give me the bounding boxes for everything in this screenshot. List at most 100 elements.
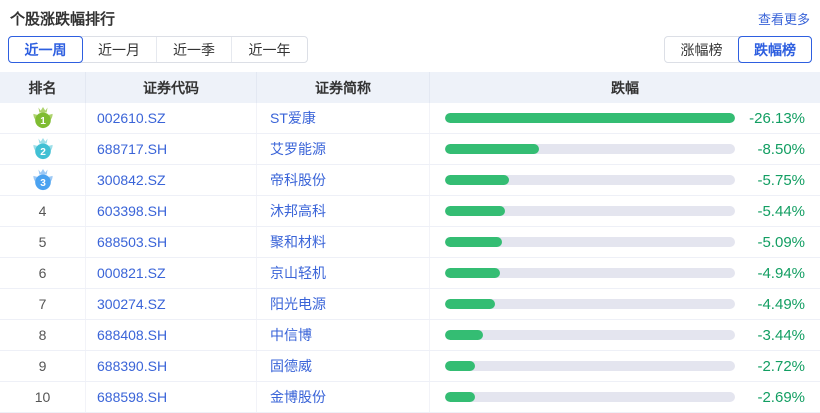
change-bar-track xyxy=(445,206,735,216)
rank-cell: 6 xyxy=(0,258,86,288)
rank-medal-icon: 1 xyxy=(32,106,54,130)
stock-name-link[interactable]: 阳光电源 xyxy=(257,294,326,314)
change-bar-fill xyxy=(445,144,539,154)
rank-cell: 2 2 xyxy=(0,134,86,164)
stock-code-link[interactable]: 300274.SZ xyxy=(86,296,166,312)
stock-name-link[interactable]: 沐邦高科 xyxy=(257,201,326,221)
stock-name-link[interactable]: 固德威 xyxy=(257,356,312,376)
change-cell: -2.69% xyxy=(430,382,820,412)
change-percent: -5.44% xyxy=(735,203,820,220)
stock-name-link[interactable]: 中信博 xyxy=(257,325,312,345)
period-tab-group: 近一周 近一月 近一季 近一年 xyxy=(8,36,308,63)
stock-code-link[interactable]: 688717.SH xyxy=(86,141,167,157)
table-row: 6 000821.SZ 京山轻机 -4.94% xyxy=(0,258,820,289)
stock-code-link[interactable]: 000821.SZ xyxy=(86,265,166,281)
name-cell: 阳光电源 xyxy=(257,289,430,319)
rank-number: 8 xyxy=(39,327,47,343)
change-bar-track xyxy=(445,113,735,123)
rank-number: 6 xyxy=(39,265,47,281)
name-cell: 京山轻机 xyxy=(257,258,430,288)
stock-code-link[interactable]: 603398.SH xyxy=(86,203,167,219)
table-row: 10 688598.SH 金博股份 -2.69% xyxy=(0,382,820,413)
change-bar-fill xyxy=(445,206,505,216)
code-cell: 300842.SZ xyxy=(86,165,257,195)
stock-name-link[interactable]: 金博股份 xyxy=(257,387,326,407)
rank-number: 7 xyxy=(39,296,47,312)
change-bar-fill xyxy=(445,330,483,340)
stock-name-link[interactable]: 帝科股份 xyxy=(257,170,326,190)
rank-toggle-group: 涨幅榜 跌幅榜 xyxy=(664,36,812,63)
tab-last-quarter[interactable]: 近一季 xyxy=(157,37,232,62)
rank-cell: 5 xyxy=(0,227,86,257)
change-bar-track xyxy=(445,144,735,154)
name-cell: 中信博 xyxy=(257,320,430,350)
stock-code-link[interactable]: 002610.SZ xyxy=(86,110,166,126)
rank-number: 4 xyxy=(39,203,47,219)
change-percent: -4.94% xyxy=(735,265,820,282)
change-cell: -5.75% xyxy=(430,165,820,195)
change-bar-fill xyxy=(445,361,475,371)
change-percent: -26.13% xyxy=(735,110,820,127)
change-bar-track xyxy=(445,392,735,402)
code-cell: 688390.SH xyxy=(86,351,257,381)
tab-last-month[interactable]: 近一月 xyxy=(82,37,157,62)
stock-name-link[interactable]: 艾罗能源 xyxy=(257,139,326,159)
change-percent: -5.09% xyxy=(735,234,820,251)
svg-text:3: 3 xyxy=(40,178,46,189)
svg-text:2: 2 xyxy=(40,147,46,158)
change-bar-fill xyxy=(445,299,495,309)
rank-number: 9 xyxy=(39,358,47,374)
table-header-row: 排名 证券代码 证券简称 跌幅 xyxy=(0,72,820,103)
change-cell: -2.72% xyxy=(430,351,820,381)
change-bar-track xyxy=(445,361,735,371)
stock-name-link[interactable]: 京山轻机 xyxy=(257,263,326,283)
toggle-losers-list[interactable]: 跌幅榜 xyxy=(738,36,812,63)
code-cell: 000821.SZ xyxy=(86,258,257,288)
name-cell: 沐邦高科 xyxy=(257,196,430,226)
table-row: 9 688390.SH 固德威 -2.72% xyxy=(0,351,820,382)
change-percent: -4.49% xyxy=(735,296,820,313)
name-cell: 艾罗能源 xyxy=(257,134,430,164)
stock-code-link[interactable]: 688598.SH xyxy=(86,389,167,405)
change-bar-fill xyxy=(445,268,500,278)
name-cell: ST爱康 xyxy=(257,103,430,133)
tab-last-week[interactable]: 近一周 xyxy=(8,36,83,63)
change-cell: -8.50% xyxy=(430,134,820,164)
stock-code-link[interactable]: 688503.SH xyxy=(86,234,167,250)
stock-code-link[interactable]: 688390.SH xyxy=(86,358,167,374)
stock-name-link[interactable]: ST爱康 xyxy=(257,108,316,128)
rank-cell: 3 3 xyxy=(0,165,86,195)
table-row: 2 2 688717.SH 艾罗能源 -8.50% xyxy=(0,134,820,165)
change-percent: -2.69% xyxy=(735,389,820,406)
toggle-gainers-list[interactable]: 涨幅榜 xyxy=(665,37,739,62)
view-more-link[interactable]: 查看更多 xyxy=(758,9,810,28)
code-cell: 300274.SZ xyxy=(86,289,257,319)
change-bar-fill xyxy=(445,237,502,247)
name-cell: 帝科股份 xyxy=(257,165,430,195)
column-header-change: 跌幅 xyxy=(430,72,820,103)
name-cell: 固德威 xyxy=(257,351,430,381)
page-title: 个股涨跌幅排行 xyxy=(10,8,115,29)
table-body: 1 1 002610.SZ ST爱康 -26.13% 2 xyxy=(0,103,820,413)
table-row: 1 1 002610.SZ ST爱康 -26.13% xyxy=(0,103,820,134)
change-bar-track xyxy=(445,299,735,309)
code-cell: 688408.SH xyxy=(86,320,257,350)
change-bar-track xyxy=(445,330,735,340)
change-cell: -4.49% xyxy=(430,289,820,319)
table-row: 5 688503.SH 聚和材料 -5.09% xyxy=(0,227,820,258)
table-row: 3 3 300842.SZ 帝科股份 -5.75% xyxy=(0,165,820,196)
change-percent: -3.44% xyxy=(735,327,820,344)
change-cell: -26.13% xyxy=(430,103,820,133)
change-cell: -5.44% xyxy=(430,196,820,226)
rank-number: 10 xyxy=(35,389,51,405)
tab-last-year[interactable]: 近一年 xyxy=(232,37,307,62)
change-cell: -5.09% xyxy=(430,227,820,257)
stock-name-link[interactable]: 聚和材料 xyxy=(257,232,326,252)
svg-text:1: 1 xyxy=(40,116,46,127)
code-cell: 688598.SH xyxy=(86,382,257,412)
rank-cell: 7 xyxy=(0,289,86,319)
stock-code-link[interactable]: 300842.SZ xyxy=(86,172,166,188)
change-bar-fill xyxy=(445,113,735,123)
stock-code-link[interactable]: 688408.SH xyxy=(86,327,167,343)
change-cell: -3.44% xyxy=(430,320,820,350)
